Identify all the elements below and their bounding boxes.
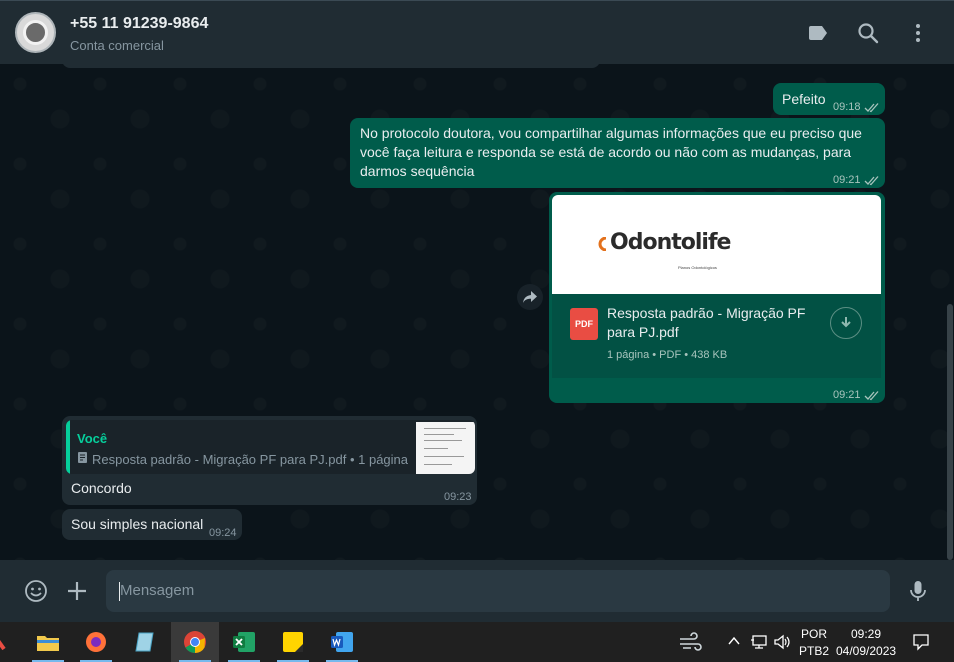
message-meta: 09:24 [209, 524, 237, 543]
contact-name[interactable]: +55 11 91239-9864 [70, 15, 208, 33]
whatsapp-window: +55 11 91239-9864 Conta comercial Pefeit… [0, 0, 954, 662]
double-check-icon [864, 391, 879, 401]
text-caret [119, 582, 120, 601]
microphone-icon[interactable] [906, 579, 930, 603]
quote-thumbnail [416, 422, 475, 474]
taskbar: POR PTB2 09:29 04/09/2023 [0, 622, 954, 662]
quoted-message[interactable]: Você Resposta padrão - Migração PF para … [66, 420, 475, 474]
composer: Mensagem [0, 560, 954, 622]
document-icon [78, 452, 87, 463]
quote-bar [66, 420, 70, 474]
attach-plus-icon[interactable] [65, 579, 89, 603]
label-icon[interactable] [806, 21, 830, 45]
message-meta: 09:18 [833, 98, 880, 117]
clock-date[interactable]: 04/09/2023 [836, 644, 896, 658]
message-meta: 09:21 [833, 386, 880, 405]
chevron-up-icon[interactable] [728, 636, 740, 646]
message-time: 09:24 [209, 527, 237, 539]
quote-text: Resposta padrão - Migração PF para PJ.pd… [92, 452, 409, 467]
message-outgoing[interactable]: Pefeito 09:18 [773, 83, 885, 115]
message-text: Pefeito [782, 91, 826, 107]
double-check-icon [864, 176, 879, 186]
message-time: 09:21 [833, 174, 861, 186]
chrome-icon [184, 631, 206, 653]
message-outgoing[interactable]: No protocolo doutora, vou compartilhar a… [350, 118, 885, 188]
contact-subtitle: Conta comercial [70, 38, 164, 53]
taskbar-app-explorer[interactable] [24, 622, 72, 662]
sticky-note-icon [283, 632, 303, 652]
menu-icon[interactable] [906, 21, 930, 45]
message-time: 09:18 [833, 101, 861, 113]
document-row[interactable]: PDF Resposta padrão - Migração PF para P… [552, 294, 881, 378]
chat-header[interactable]: +55 11 91239-9864 Conta comercial [0, 0, 954, 64]
keyboard-language[interactable]: POR [801, 627, 827, 641]
volume-icon[interactable] [773, 634, 791, 650]
taskbar-app-notes[interactable] [121, 622, 169, 662]
avatar[interactable] [15, 12, 56, 53]
previous-message [62, 64, 600, 68]
pdf-file-icon: PDF [570, 308, 598, 340]
emoji-icon[interactable] [24, 579, 48, 603]
message-input-placeholder: Mensagem [120, 582, 195, 599]
forward-icon [523, 291, 537, 303]
quote-author: Você [77, 431, 108, 446]
document-file-name: Resposta padrão - Migração PF para PJ.pd… [607, 305, 806, 340]
paint-icon [0, 639, 6, 651]
firefox-icon [86, 632, 106, 652]
taskbar-app-firefox[interactable] [72, 622, 120, 662]
message-meta: 09:21 [833, 171, 880, 190]
document-logo: Odontolife [610, 230, 731, 255]
message-text: Sou simples nacional [71, 516, 204, 532]
message-text: No protocolo doutora, vou compartilhar a… [360, 125, 862, 179]
notification-icon[interactable] [912, 633, 930, 651]
download-button[interactable] [830, 307, 862, 339]
message-incoming[interactable]: Você Resposta padrão - Migração PF para … [62, 416, 477, 505]
download-icon [841, 317, 851, 328]
taskbar-app-chrome[interactable] [171, 622, 219, 662]
message-time: 09:21 [833, 389, 861, 401]
taskbar-app-word[interactable] [318, 622, 366, 662]
document-preview[interactable]: Odontolife Planos Odontológicos [552, 195, 881, 294]
message-input[interactable]: Mensagem [106, 570, 890, 612]
avatar-logo [23, 20, 48, 45]
word-icon [331, 632, 353, 652]
message-list[interactable]: Pefeito 09:18 No protocolo doutora, vou … [0, 64, 954, 560]
message-meta: 09:23 [444, 488, 472, 507]
notes-icon [135, 632, 154, 652]
weather-wind-icon[interactable] [678, 632, 702, 652]
excel-icon [233, 632, 255, 652]
message-text: Concordo [71, 480, 132, 496]
logo-mark-icon [598, 237, 607, 251]
clock-time[interactable]: 09:29 [851, 627, 881, 641]
taskbar-app-sticky-notes[interactable] [269, 622, 317, 662]
message-document[interactable]: Odontolife Planos Odontológicos PDF Resp… [549, 192, 885, 403]
taskbar-app-excel[interactable] [220, 622, 268, 662]
taskbar-app-paint[interactable] [0, 622, 14, 662]
folder-icon [37, 636, 59, 651]
message-time: 09:23 [444, 491, 472, 503]
network-icon[interactable] [750, 634, 768, 650]
scrollbar[interactable] [947, 304, 953, 560]
forward-button[interactable] [517, 284, 543, 310]
keyboard-layout[interactable]: PTB2 [799, 644, 829, 658]
document-file-info: 1 página • PDF • 438 KB [607, 349, 728, 361]
message-incoming[interactable]: Sou simples nacional 09:24 [62, 509, 242, 540]
search-icon[interactable] [856, 21, 880, 45]
double-check-icon [864, 103, 879, 113]
document-logo-subtitle: Planos Odontológicos [678, 265, 717, 270]
